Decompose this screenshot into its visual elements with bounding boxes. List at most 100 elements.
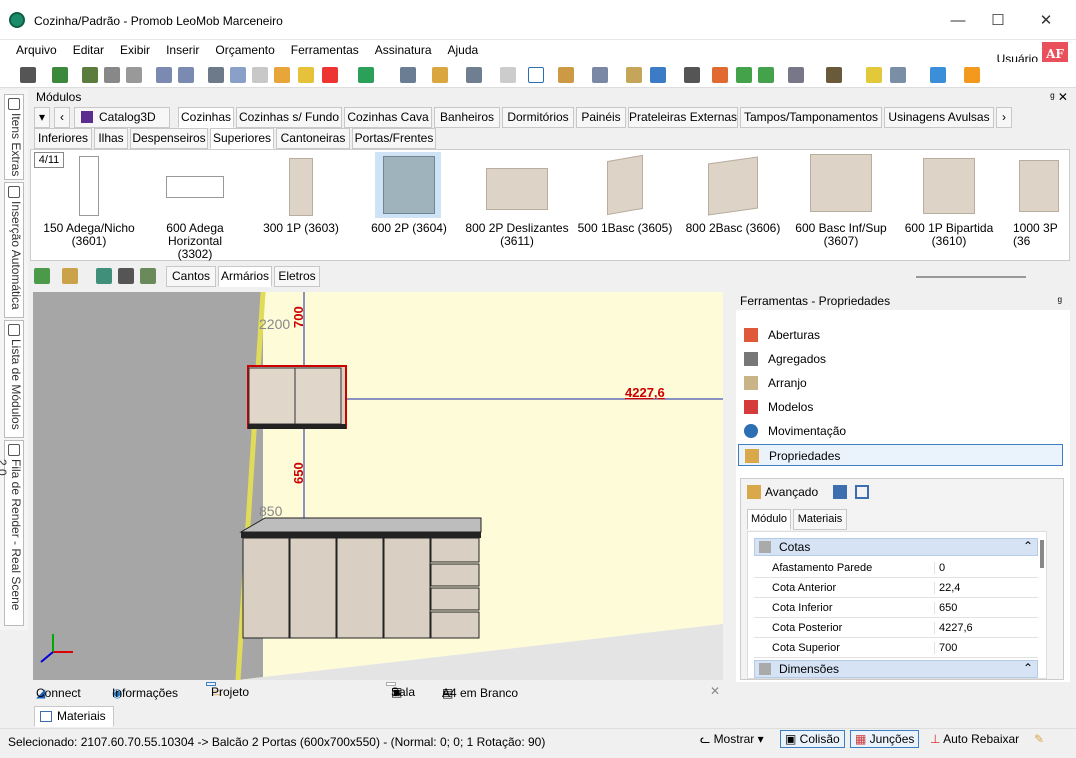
- tool-arranjo[interactable]: Arranjo: [738, 372, 1063, 394]
- properties-scrollbar[interactable]: [1040, 540, 1044, 568]
- cut-icon[interactable]: [208, 67, 224, 83]
- stack-icon[interactable]: [432, 67, 448, 83]
- import-icon[interactable]: [96, 268, 112, 284]
- tool-modelos[interactable]: Modelos: [738, 396, 1063, 418]
- tab-insercao-automatica[interactable]: Inserção Automática: [4, 182, 24, 318]
- catalog-dropdown-button[interactable]: ▾: [34, 107, 50, 128]
- undo-icon[interactable]: [156, 67, 172, 83]
- frame-icon[interactable]: [788, 67, 804, 83]
- cotas-header[interactable]: Cotas ⌃: [754, 538, 1038, 556]
- gallery-item[interactable]: 800 2Basc (3606): [679, 150, 787, 258]
- subtab-modulo[interactable]: Módulo: [747, 509, 791, 530]
- menu-orcamento[interactable]: Orçamento: [207, 40, 282, 60]
- tab-inferiores[interactable]: Inferiores: [34, 128, 92, 149]
- tab-ilhas[interactable]: Ilhas: [94, 128, 128, 149]
- menu-assinatura[interactable]: Assinatura: [367, 40, 440, 60]
- save-icon[interactable]: [20, 67, 36, 83]
- dimensoes-header[interactable]: Dimensões ⌃: [754, 660, 1038, 678]
- tool-agregados[interactable]: Agregados: [738, 348, 1063, 370]
- tab-fila-de-render[interactable]: Fila de Render - Real Scene 2.0: [0, 440, 24, 626]
- base-cabinets[interactable]: [239, 517, 482, 639]
- user-icon[interactable]: [964, 67, 980, 83]
- tab-portas-frentes[interactable]: Portas/Frentes: [352, 128, 436, 149]
- collapse-icon[interactable]: ⌃: [1023, 661, 1033, 675]
- menu-ferramentas[interactable]: Ferramentas: [283, 40, 367, 60]
- grid-icon[interactable]: [500, 67, 516, 83]
- redo-icon[interactable]: [178, 67, 194, 83]
- tab-cozinhas[interactable]: Cozinhas: [178, 107, 234, 128]
- materiais-tab[interactable]: Materiais: [34, 706, 114, 727]
- collapse-icon[interactable]: ⌃: [1023, 539, 1033, 553]
- tab-cantoneiras[interactable]: Cantoneiras: [276, 128, 350, 149]
- tab-cantos[interactable]: Cantos: [166, 266, 216, 287]
- camera-icon[interactable]: [890, 67, 906, 83]
- tab-itens-extras[interactable]: Itens Extras: [4, 94, 24, 180]
- prop-row-cota-superior[interactable]: Cota Superior 700: [754, 638, 1038, 658]
- menu-inserir[interactable]: Inserir: [158, 40, 207, 60]
- layout-icon[interactable]: [400, 67, 416, 83]
- gallery-item-selected[interactable]: 600 2P (3604): [355, 150, 463, 258]
- menu-editar[interactable]: Editar: [65, 40, 112, 60]
- gallery-item[interactable]: 1000 3P (36: [1003, 150, 1069, 258]
- scene-canvas[interactable]: 2200 700 4227,6 650 850: [33, 292, 723, 680]
- gallery-item[interactable]: 500 1Basc (3605): [571, 150, 679, 258]
- delete-icon[interactable]: [322, 67, 338, 83]
- tab-banheiros[interactable]: Banheiros: [434, 107, 500, 128]
- catalog-prev-button[interactable]: ‹: [54, 107, 70, 128]
- filter-icon[interactable]: [140, 268, 156, 284]
- menu-arquivo[interactable]: Arquivo: [0, 40, 65, 60]
- tab-lista-de-modulos[interactable]: Lista de Módulos: [4, 320, 24, 438]
- view-3d-icon[interactable]: [650, 67, 666, 83]
- modules-pin-close[interactable]: ᵍ ✕: [1050, 90, 1068, 104]
- binoculars-icon[interactable]: [118, 268, 134, 284]
- paste-icon[interactable]: [252, 67, 268, 83]
- gallery-item[interactable]: 300 1P (3603): [247, 150, 355, 258]
- mostrar-dropdown[interactable]: ᓚ Mostrar ▾: [700, 732, 764, 746]
- table-view-icon[interactable]: [855, 485, 869, 499]
- prop-row-cota-inferior[interactable]: Cota Inferior 650: [754, 598, 1038, 618]
- shape-icon[interactable]: [466, 67, 482, 83]
- 3d-viewport[interactable]: 2200 700 4227,6 650 850: [33, 292, 723, 680]
- box-icon[interactable]: [826, 67, 842, 83]
- tab-dormitorios[interactable]: Dormitórios: [502, 107, 574, 128]
- prop-row-cota-posterior[interactable]: Cota Posterior 4227,6: [754, 618, 1038, 638]
- brush-icon[interactable]: [274, 67, 290, 83]
- tool-icon[interactable]: [298, 67, 314, 83]
- close-button[interactable]: ✕: [1026, 8, 1066, 34]
- menu-exibir[interactable]: Exibir: [112, 40, 158, 60]
- select-cursor-icon[interactable]: [528, 67, 544, 83]
- export-icon[interactable]: [52, 67, 68, 83]
- arrow-left-icon[interactable]: [736, 67, 752, 83]
- tab-cozinhas-sem-fundo[interactable]: Cozinhas s/ Fundo: [236, 107, 342, 128]
- advanced-label[interactable]: Avançado: [765, 485, 818, 499]
- prop-row-afastamento[interactable]: Afastamento Parede 0: [754, 558, 1038, 578]
- tool-aberturas[interactable]: Aberturas: [738, 324, 1063, 346]
- upload-icon[interactable]: [34, 268, 50, 284]
- copy-icon[interactable]: [230, 67, 246, 83]
- print-preview-icon[interactable]: [104, 67, 120, 83]
- arrow-right-icon[interactable]: [758, 67, 774, 83]
- scroll-indicator[interactable]: [916, 276, 1026, 278]
- maximize-button[interactable]: ☐: [978, 8, 1018, 34]
- layers-icon[interactable]: [592, 67, 608, 83]
- colisao-toggle[interactable]: ▣ Colisão: [780, 730, 845, 748]
- tab-tampos[interactable]: Tampos/Tamponamentos: [740, 107, 882, 128]
- tab-armarios[interactable]: Armários: [218, 266, 272, 287]
- tab-despenseiros[interactable]: Despenseiros: [130, 128, 208, 149]
- tab-paineis[interactable]: Painéis: [576, 107, 626, 128]
- gallery-item[interactable]: 150 Adega/Nicho (3601): [35, 150, 143, 258]
- tab-cozinhas-cava[interactable]: Cozinhas Cava: [344, 107, 432, 128]
- tabs-next-button[interactable]: ›: [996, 107, 1012, 128]
- tab-eletros[interactable]: Eletros: [274, 266, 320, 287]
- gallery-item[interactable]: 600 Adega Horizontal (3302): [141, 150, 249, 261]
- price-icon[interactable]: [358, 67, 374, 83]
- tab-superiores[interactable]: Superiores: [210, 128, 274, 149]
- dimension-icon[interactable]: [626, 67, 642, 83]
- tool-propriedades[interactable]: Propriedades: [738, 444, 1063, 466]
- close-tab-button[interactable]: ✕: [710, 684, 720, 698]
- grid-view-icon[interactable]: [833, 485, 847, 499]
- render-icon[interactable]: [712, 67, 728, 83]
- prop-row-cota-anterior[interactable]: Cota Anterior 22,4: [754, 578, 1038, 598]
- tab-usinagens-avulsas[interactable]: Usinagens Avulsas: [884, 107, 994, 128]
- gallery-item[interactable]: 600 Basc Inf/Sup (3607): [787, 150, 895, 258]
